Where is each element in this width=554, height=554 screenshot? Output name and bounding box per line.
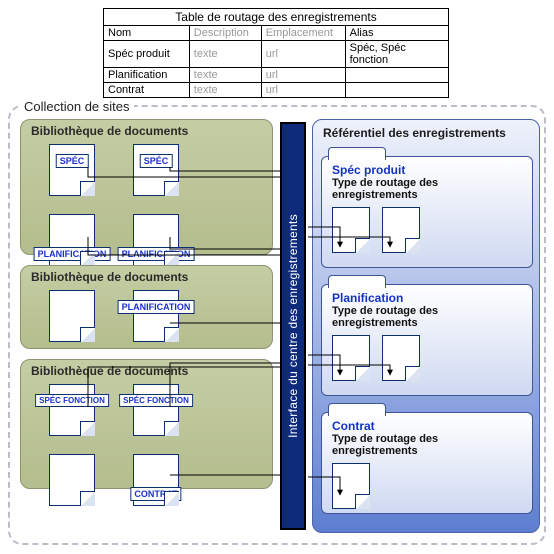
document-icon: CONTRAT: [133, 454, 179, 506]
document-icon: SPÉC: [133, 144, 179, 196]
library-title: Bibliothèque de documents: [21, 120, 272, 138]
repository-title: Référentiel des enregistrements: [313, 120, 539, 146]
document-label: PLANIFICATION: [34, 247, 111, 261]
document-icon: [49, 290, 95, 342]
routing-folder: Spéc produit Type de routage des enregis…: [321, 156, 533, 268]
routing-table-row: Spéc produit texte url Spéc, Spéc foncti…: [104, 41, 449, 68]
folder-subtitle: Type de routage des enregistrements: [332, 433, 522, 457]
document-library: Bibliothèque de documents SPÉC SPÉC PLAN…: [20, 119, 273, 255]
folder-subtitle: Type de routage des enregistrements: [332, 177, 522, 201]
document-icon: SPÉC FONCTION: [133, 384, 179, 436]
folder-title: Contrat: [332, 419, 522, 433]
document-label: SPÉC FONCTION: [35, 394, 109, 407]
document-icon: [382, 335, 420, 381]
interface-label: Interface du centre des enregistrements: [286, 214, 300, 438]
document-icon: SPÉC FONCTION: [49, 384, 95, 436]
library-title: Bibliothèque de documents: [21, 360, 272, 378]
folder-title: Planification: [332, 291, 522, 305]
document-icon: [332, 335, 370, 381]
site-collection: Collection de sites Bibliothèque de docu…: [8, 105, 546, 545]
document-icon: PLANIFICATION: [49, 214, 95, 266]
records-center-interface: Interface du centre des enregistrements: [280, 122, 306, 530]
document-icon: PLANIFICATION: [133, 214, 179, 266]
site-collection-title: Collection de sites: [20, 99, 134, 114]
document-icon: [332, 463, 370, 509]
routing-folder: Contrat Type de routage des enregistreme…: [321, 412, 533, 514]
document-icon: SPÉC: [49, 144, 95, 196]
document-icon: PLANIFICATION: [133, 290, 179, 342]
document-label: CONTRAT: [130, 487, 181, 501]
document-library: Bibliothèque de documents SPÉC FONCTION …: [20, 359, 273, 489]
routing-folder: Planification Type de routage des enregi…: [321, 284, 533, 396]
library-title: Bibliothèque de documents: [21, 266, 272, 284]
document-label: SPÉC FONCTION: [119, 394, 193, 407]
records-repository: Référentiel des enregistrements Spéc pro…: [312, 119, 540, 533]
routing-table: Table de routage des enregistrements Nom…: [103, 8, 449, 98]
document-label: PLANIFICATION: [118, 300, 195, 314]
header-name: Nom: [104, 26, 190, 41]
routing-table-row: Contrat texte url: [104, 83, 449, 98]
document-label: SPÉC: [140, 154, 173, 168]
document-label: PLANIFICATION: [118, 247, 195, 261]
document-icon: [332, 207, 370, 253]
routing-table-header: Nom Description Emplacement Alias: [104, 26, 449, 41]
header-location: Emplacement: [261, 26, 345, 41]
routing-table-row: Planification texte url: [104, 68, 449, 83]
routing-table-title: Table de routage des enregistrements: [104, 9, 449, 26]
header-description: Description: [189, 26, 261, 41]
document-label: SPÉC: [56, 154, 89, 168]
folder-subtitle: Type de routage des enregistrements: [332, 305, 522, 329]
header-alias: Alias: [345, 26, 448, 41]
document-icon: [49, 454, 95, 506]
document-icon: [382, 207, 420, 253]
folder-title: Spéc produit: [332, 163, 522, 177]
document-library: Bibliothèque de documents PLANIFICATION: [20, 265, 273, 349]
